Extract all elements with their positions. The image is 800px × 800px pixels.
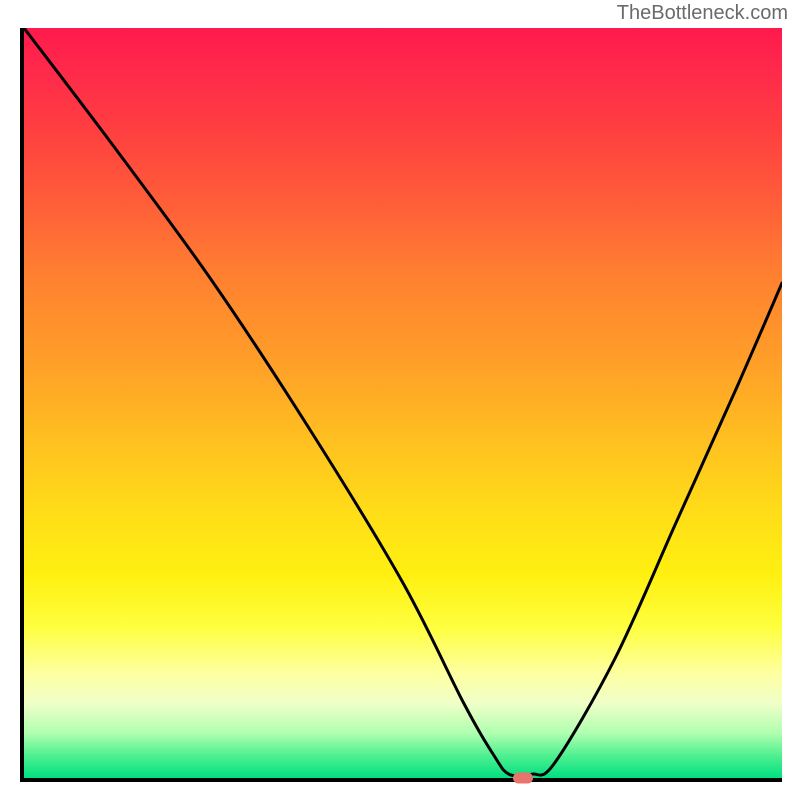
chart-curve-svg <box>24 28 782 778</box>
chart-plot-area <box>20 28 782 782</box>
optimal-point-marker <box>513 773 533 784</box>
attribution-text: TheBottleneck.com <box>617 2 788 25</box>
bottleneck-curve-line <box>24 28 782 776</box>
